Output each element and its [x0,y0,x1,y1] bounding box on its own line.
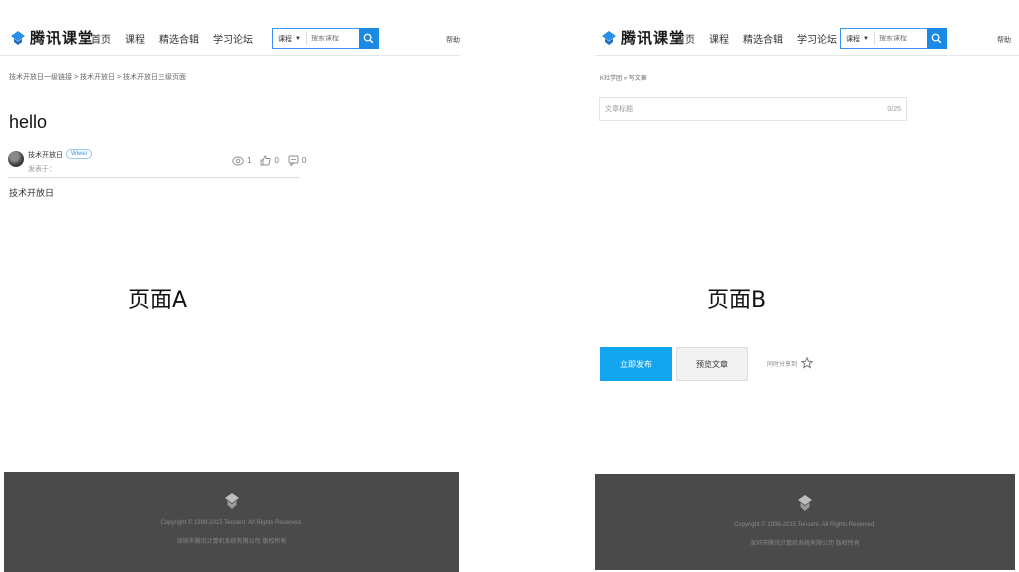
tencent-classroom-logo-icon [602,30,616,45]
preview-button[interactable]: 预览文章 [676,347,748,381]
search-button[interactable] [358,28,379,49]
search-category-value: 课程 [278,35,292,43]
company-text: 深圳市腾讯计算机系统有限公司 版权所有 [750,541,860,547]
search-category-select[interactable]: 课程 ▼ [273,32,307,45]
breadcrumb-separator: > [73,74,79,81]
tencent-classroom-logo-icon [11,30,25,45]
breadcrumb: K社学团 » 写文章 [600,73,647,82]
nav-home[interactable]: 首页 [675,31,695,46]
search-button[interactable] [926,28,947,49]
site-footer: Copyright © 1998-2015 Tencent. All Right… [4,472,459,572]
nav-collections[interactable]: 精选合辑 [743,31,783,46]
search-box: 课程 ▼ [272,28,379,49]
article-title-placeholder: 文章标题 [605,106,633,113]
breadcrumb-separator: » [623,76,628,82]
publish-button[interactable]: 立即发布 [600,347,672,381]
main-nav: 首页 课程 精选合辑 学习论坛 [91,31,267,46]
site-logo[interactable]: 腾讯课堂 [601,27,685,48]
search-category-select[interactable]: 课程 ▼ [841,32,875,45]
nav-collections[interactable]: 精选合辑 [159,31,199,46]
article-title-field[interactable]: 文章标题 0/25 [599,97,907,121]
comment-button[interactable]: 0 [288,155,306,166]
search-icon [364,33,374,44]
copyright-text: Copyright © 1998-2015 Tencent. All Right… [733,522,877,528]
eye-icon [232,156,244,165]
breadcrumb-item[interactable]: 技术开放日 [80,74,115,81]
nav-courses[interactable]: 课程 [125,31,145,46]
chevron-down-icon: ▼ [863,35,869,42]
site-footer: Copyright © 1998-2015 Tencent. All Right… [595,474,1015,570]
post-body: 技术开放日 [9,188,55,198]
views-stat: 1 [232,155,251,166]
page-b-label: 页面B [707,288,767,313]
author-badge: Wiwei [66,149,92,159]
divider [8,177,300,178]
page-b-panel: 腾讯课堂 首页 课程 精选合辑 学习论坛 课程 ▼ 帮助 K社学团 » 写 [595,0,1019,572]
nav-home[interactable]: 首页 [91,31,111,46]
share-label: 同时分享到 [767,361,798,368]
footer-logo-icon [798,495,812,511]
help-link[interactable]: 帮助 [997,35,1011,45]
share-option[interactable]: 同时分享到 [767,357,814,369]
page-a-panel: 腾讯课堂 首页 课程 精选合辑 学习论坛 课程 ▼ 帮助 技术开放日一级链接 > [0,0,460,572]
main-nav: 首页 课程 精选合辑 学习论坛 [675,31,851,46]
avatar[interactable] [8,151,24,167]
breadcrumb-item-current: 技术开放日三级页面 [123,74,186,81]
star-icon [801,357,814,369]
nav-courses[interactable]: 课程 [709,31,729,46]
breadcrumb-separator: > [116,74,122,81]
post-title: hello [9,112,48,132]
like-button[interactable]: 0 [260,155,279,166]
footer-logo-icon [224,493,239,509]
post-stats: 1 0 0 [232,155,315,166]
author-name[interactable]: 技术开放日 [28,150,63,160]
breadcrumb: 技术开放日一级链接 > 技术开放日 > 技术开放日三级页面 [9,72,186,82]
breadcrumb-item[interactable]: K社学团 [600,76,622,82]
search-box: 课程 ▼ [840,28,947,49]
page-a-label: 页面A [128,288,188,313]
top-navbar: 腾讯课堂 首页 课程 精选合辑 学习论坛 课程 ▼ 帮助 [0,0,460,56]
views-count: 1 [247,156,252,165]
comments-count: 0 [301,156,307,165]
logo-text: 腾讯课堂 [30,30,95,47]
search-input[interactable] [306,35,359,42]
title-char-counter: 0/25 [887,105,901,113]
comment-icon [288,155,299,166]
search-input[interactable] [874,35,927,42]
nav-forum[interactable]: 学习论坛 [797,31,837,46]
top-navbar: 腾讯课堂 首页 课程 精选合辑 学习论坛 课程 ▼ 帮助 [595,0,1019,56]
chevron-down-icon: ▼ [295,35,301,42]
company-text: 深圳市腾讯计算机系统有限公司 版权所有 [176,539,287,545]
thumbs-up-icon [261,155,272,166]
breadcrumb-item[interactable]: 技术开放日一级链接 [9,74,72,81]
likes-count: 0 [274,156,279,165]
copyright-text: Copyright © 1998-2015 Tencent. All Right… [160,520,303,526]
publish-time: 发表于： [28,166,56,173]
help-link[interactable]: 帮助 [446,35,460,45]
breadcrumb-item-current: 写文章 [628,76,647,82]
search-icon [932,33,942,44]
search-category-value: 课程 [846,35,860,43]
nav-forum[interactable]: 学习论坛 [213,31,253,46]
site-logo[interactable]: 腾讯课堂 [10,27,94,48]
